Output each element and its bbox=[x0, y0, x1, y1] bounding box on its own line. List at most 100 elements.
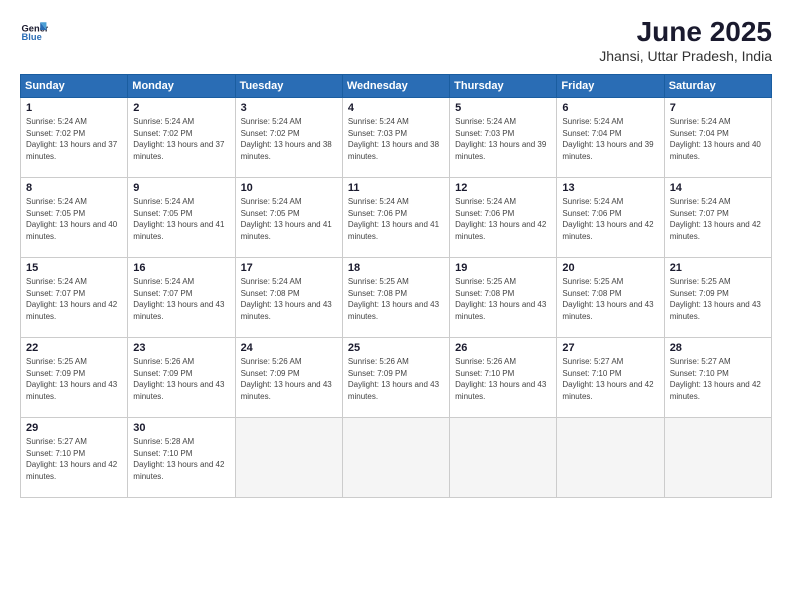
day-info: Sunrise: 5:26 AM Sunset: 7:09 PM Dayligh… bbox=[133, 356, 229, 402]
calendar-cell: 6 Sunrise: 5:24 AM Sunset: 7:04 PM Dayli… bbox=[557, 98, 664, 178]
day-number: 27 bbox=[562, 342, 658, 354]
header-friday: Friday bbox=[557, 75, 664, 98]
day-number: 2 bbox=[133, 102, 229, 114]
day-number: 1 bbox=[26, 102, 122, 114]
calendar-cell: 10 Sunrise: 5:24 AM Sunset: 7:05 PM Dayl… bbox=[235, 178, 342, 258]
header-thursday: Thursday bbox=[450, 75, 557, 98]
day-number: 17 bbox=[241, 262, 337, 274]
calendar-header: SundayMondayTuesdayWednesdayThursdayFrid… bbox=[21, 75, 772, 98]
day-info: Sunrise: 5:24 AM Sunset: 7:02 PM Dayligh… bbox=[26, 116, 122, 162]
svg-text:Blue: Blue bbox=[22, 32, 42, 42]
calendar-cell: 14 Sunrise: 5:24 AM Sunset: 7:07 PM Dayl… bbox=[664, 178, 771, 258]
day-info: Sunrise: 5:25 AM Sunset: 7:09 PM Dayligh… bbox=[670, 276, 766, 322]
day-number: 16 bbox=[133, 262, 229, 274]
day-info: Sunrise: 5:24 AM Sunset: 7:07 PM Dayligh… bbox=[26, 276, 122, 322]
calendar-body: 1 Sunrise: 5:24 AM Sunset: 7:02 PM Dayli… bbox=[21, 98, 772, 498]
calendar-cell: 17 Sunrise: 5:24 AM Sunset: 7:08 PM Dayl… bbox=[235, 258, 342, 338]
day-info: Sunrise: 5:25 AM Sunset: 7:08 PM Dayligh… bbox=[455, 276, 551, 322]
day-info: Sunrise: 5:26 AM Sunset: 7:10 PM Dayligh… bbox=[455, 356, 551, 402]
day-number: 8 bbox=[26, 182, 122, 194]
calendar-cell bbox=[450, 418, 557, 498]
calendar-cell: 5 Sunrise: 5:24 AM Sunset: 7:03 PM Dayli… bbox=[450, 98, 557, 178]
calendar-table: SundayMondayTuesdayWednesdayThursdayFrid… bbox=[20, 74, 772, 498]
day-info: Sunrise: 5:24 AM Sunset: 7:07 PM Dayligh… bbox=[133, 276, 229, 322]
day-info: Sunrise: 5:24 AM Sunset: 7:07 PM Dayligh… bbox=[670, 196, 766, 242]
day-number: 19 bbox=[455, 262, 551, 274]
calendar-cell: 23 Sunrise: 5:26 AM Sunset: 7:09 PM Dayl… bbox=[128, 338, 235, 418]
day-number: 15 bbox=[26, 262, 122, 274]
calendar-cell: 13 Sunrise: 5:24 AM Sunset: 7:06 PM Dayl… bbox=[557, 178, 664, 258]
day-info: Sunrise: 5:26 AM Sunset: 7:09 PM Dayligh… bbox=[348, 356, 444, 402]
calendar-cell: 18 Sunrise: 5:25 AM Sunset: 7:08 PM Dayl… bbox=[342, 258, 449, 338]
day-number: 11 bbox=[348, 182, 444, 194]
calendar-cell: 24 Sunrise: 5:26 AM Sunset: 7:09 PM Dayl… bbox=[235, 338, 342, 418]
day-info: Sunrise: 5:24 AM Sunset: 7:08 PM Dayligh… bbox=[241, 276, 337, 322]
calendar-cell: 28 Sunrise: 5:27 AM Sunset: 7:10 PM Dayl… bbox=[664, 338, 771, 418]
month-year: June 2025 bbox=[599, 16, 772, 48]
title-block: June 2025 Jhansi, Uttar Pradesh, India bbox=[599, 16, 772, 64]
calendar-week-3: 15 Sunrise: 5:24 AM Sunset: 7:07 PM Dayl… bbox=[21, 258, 772, 338]
calendar-cell: 11 Sunrise: 5:24 AM Sunset: 7:06 PM Dayl… bbox=[342, 178, 449, 258]
header-wednesday: Wednesday bbox=[342, 75, 449, 98]
calendar-cell: 19 Sunrise: 5:25 AM Sunset: 7:08 PM Dayl… bbox=[450, 258, 557, 338]
calendar-cell: 26 Sunrise: 5:26 AM Sunset: 7:10 PM Dayl… bbox=[450, 338, 557, 418]
day-number: 24 bbox=[241, 342, 337, 354]
calendar-cell: 8 Sunrise: 5:24 AM Sunset: 7:05 PM Dayli… bbox=[21, 178, 128, 258]
calendar-cell: 25 Sunrise: 5:26 AM Sunset: 7:09 PM Dayl… bbox=[342, 338, 449, 418]
calendar-cell bbox=[557, 418, 664, 498]
day-info: Sunrise: 5:26 AM Sunset: 7:09 PM Dayligh… bbox=[241, 356, 337, 402]
day-number: 3 bbox=[241, 102, 337, 114]
day-number: 10 bbox=[241, 182, 337, 194]
calendar-cell: 1 Sunrise: 5:24 AM Sunset: 7:02 PM Dayli… bbox=[21, 98, 128, 178]
day-info: Sunrise: 5:24 AM Sunset: 7:04 PM Dayligh… bbox=[562, 116, 658, 162]
day-info: Sunrise: 5:24 AM Sunset: 7:02 PM Dayligh… bbox=[241, 116, 337, 162]
location: Jhansi, Uttar Pradesh, India bbox=[599, 48, 772, 64]
logo: General Blue bbox=[20, 16, 48, 44]
day-info: Sunrise: 5:24 AM Sunset: 7:06 PM Dayligh… bbox=[562, 196, 658, 242]
calendar-week-4: 22 Sunrise: 5:25 AM Sunset: 7:09 PM Dayl… bbox=[21, 338, 772, 418]
calendar-cell: 20 Sunrise: 5:25 AM Sunset: 7:08 PM Dayl… bbox=[557, 258, 664, 338]
day-info: Sunrise: 5:24 AM Sunset: 7:05 PM Dayligh… bbox=[133, 196, 229, 242]
day-number: 14 bbox=[670, 182, 766, 194]
day-info: Sunrise: 5:24 AM Sunset: 7:06 PM Dayligh… bbox=[348, 196, 444, 242]
day-info: Sunrise: 5:24 AM Sunset: 7:02 PM Dayligh… bbox=[133, 116, 229, 162]
day-number: 6 bbox=[562, 102, 658, 114]
day-info: Sunrise: 5:24 AM Sunset: 7:05 PM Dayligh… bbox=[241, 196, 337, 242]
calendar-cell: 29 Sunrise: 5:27 AM Sunset: 7:10 PM Dayl… bbox=[21, 418, 128, 498]
day-info: Sunrise: 5:24 AM Sunset: 7:04 PM Dayligh… bbox=[670, 116, 766, 162]
day-info: Sunrise: 5:27 AM Sunset: 7:10 PM Dayligh… bbox=[670, 356, 766, 402]
calendar-cell bbox=[664, 418, 771, 498]
header-sunday: Sunday bbox=[21, 75, 128, 98]
calendar-cell: 15 Sunrise: 5:24 AM Sunset: 7:07 PM Dayl… bbox=[21, 258, 128, 338]
calendar-cell bbox=[342, 418, 449, 498]
day-info: Sunrise: 5:24 AM Sunset: 7:03 PM Dayligh… bbox=[348, 116, 444, 162]
day-number: 21 bbox=[670, 262, 766, 274]
calendar-cell: 4 Sunrise: 5:24 AM Sunset: 7:03 PM Dayli… bbox=[342, 98, 449, 178]
calendar-cell: 21 Sunrise: 5:25 AM Sunset: 7:09 PM Dayl… bbox=[664, 258, 771, 338]
header-tuesday: Tuesday bbox=[235, 75, 342, 98]
day-number: 18 bbox=[348, 262, 444, 274]
calendar-cell: 9 Sunrise: 5:24 AM Sunset: 7:05 PM Dayli… bbox=[128, 178, 235, 258]
day-number: 30 bbox=[133, 422, 229, 434]
day-number: 4 bbox=[348, 102, 444, 114]
calendar-cell: 30 Sunrise: 5:28 AM Sunset: 7:10 PM Dayl… bbox=[128, 418, 235, 498]
day-info: Sunrise: 5:24 AM Sunset: 7:03 PM Dayligh… bbox=[455, 116, 551, 162]
day-info: Sunrise: 5:25 AM Sunset: 7:08 PM Dayligh… bbox=[562, 276, 658, 322]
calendar-cell: 7 Sunrise: 5:24 AM Sunset: 7:04 PM Dayli… bbox=[664, 98, 771, 178]
day-number: 9 bbox=[133, 182, 229, 194]
day-info: Sunrise: 5:24 AM Sunset: 7:06 PM Dayligh… bbox=[455, 196, 551, 242]
day-number: 23 bbox=[133, 342, 229, 354]
calendar-cell: 12 Sunrise: 5:24 AM Sunset: 7:06 PM Dayl… bbox=[450, 178, 557, 258]
day-number: 28 bbox=[670, 342, 766, 354]
logo-icon: General Blue bbox=[20, 16, 48, 44]
day-number: 7 bbox=[670, 102, 766, 114]
day-number: 13 bbox=[562, 182, 658, 194]
day-info: Sunrise: 5:25 AM Sunset: 7:08 PM Dayligh… bbox=[348, 276, 444, 322]
day-number: 26 bbox=[455, 342, 551, 354]
day-number: 22 bbox=[26, 342, 122, 354]
day-number: 20 bbox=[562, 262, 658, 274]
day-info: Sunrise: 5:28 AM Sunset: 7:10 PM Dayligh… bbox=[133, 436, 229, 482]
calendar-cell: 27 Sunrise: 5:27 AM Sunset: 7:10 PM Dayl… bbox=[557, 338, 664, 418]
calendar-week-1: 1 Sunrise: 5:24 AM Sunset: 7:02 PM Dayli… bbox=[21, 98, 772, 178]
calendar-cell bbox=[235, 418, 342, 498]
